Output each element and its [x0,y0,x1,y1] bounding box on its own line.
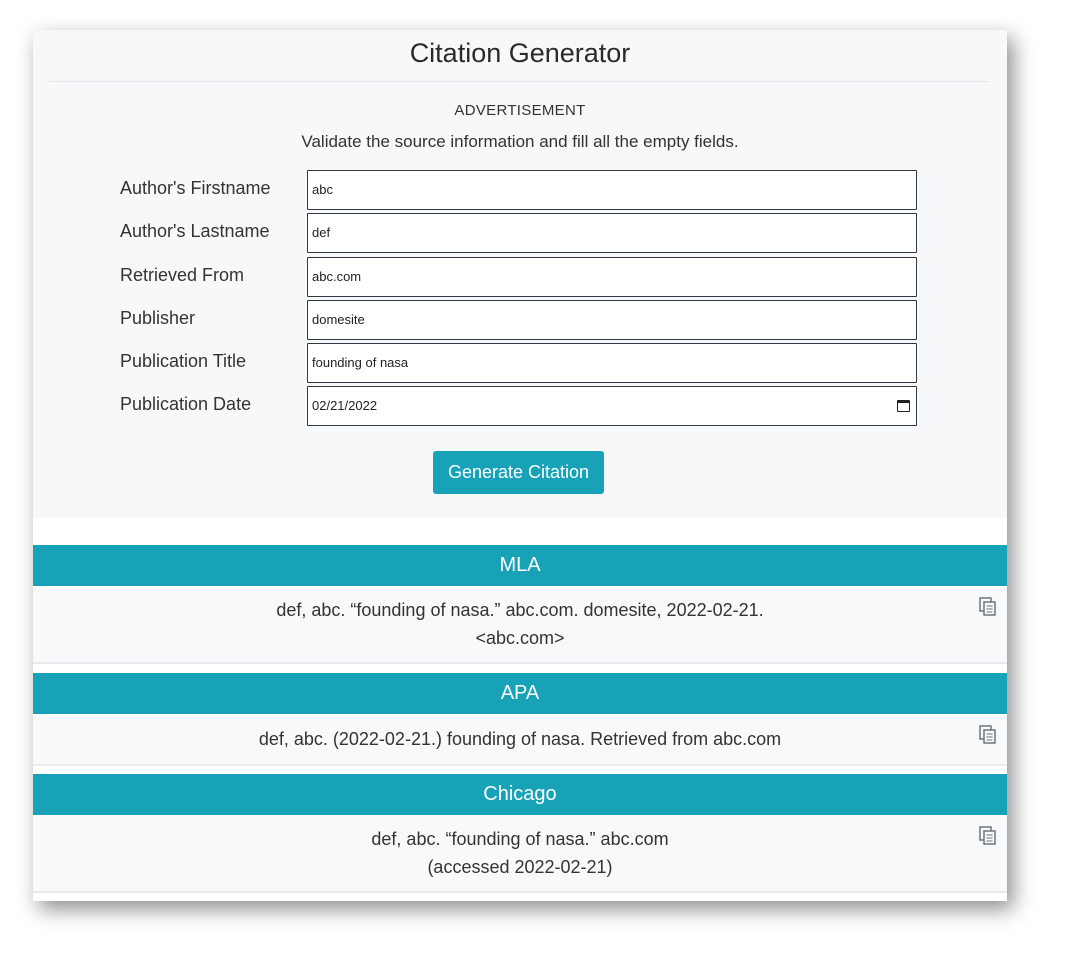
apa-citation-panel: def, abc. (2022-02-21.) founding of nasa… [33,714,1007,766]
author-lastname-input[interactable]: def [307,213,917,253]
apa-citation-line-1: def, abc. (2022-02-21.) founding of nasa… [258,729,782,749]
copy-icon[interactable] [979,725,997,744]
mla-citation-panel: def, abc. “founding of nasa.” abc.com. d… [33,586,1007,664]
form-area: Citation Generator ADVERTISEMENT Validat… [33,30,1007,518]
retrieved-from-input[interactable]: abc.com [307,257,917,297]
author-firstname-input[interactable]: abc [307,170,917,210]
publication-title-input[interactable]: founding of nasa [307,343,917,383]
author-lastname-label: Author's Lastname [120,221,270,241]
publisher-input[interactable]: domesite [307,300,917,340]
field-row-publication-date: Publication Date 02/21/2022 [120,386,920,426]
title-divider [49,81,989,82]
chicago-section-header: Chicago [33,774,1007,815]
chicago-citation-line-2: (accessed 2022-02-21) [427,857,613,877]
copy-icon[interactable] [979,597,997,616]
page-title: Citation Generator [409,38,631,68]
copy-icon[interactable] [979,826,997,845]
retrieved-from-label: Retrieved From [120,265,245,285]
calendar-icon[interactable] [897,400,910,412]
field-row-publication-title: Publication Title founding of nasa [120,343,920,383]
publication-date-input[interactable]: 02/21/2022 [307,386,917,426]
mla-citation-line-1: def, abc. “founding of nasa.” abc.com. d… [276,600,764,620]
chicago-citation-line-1: def, abc. “founding of nasa.” abc.com [371,829,669,849]
mla-citation-line-2: <abc.com> [475,628,565,648]
instructions-text: Validate the source information and fill… [301,132,739,151]
publication-date-label: Publication Date [120,394,252,414]
advertisement-label: ADVERTISEMENT [454,102,586,119]
field-row-author-firstname: Author's Firstname abc [120,170,920,210]
field-row-author-lastname: Author's Lastname def [120,213,920,253]
apa-section-header: APA [33,673,1007,714]
field-row-publisher: Publisher domesite [120,300,920,340]
citation-generator-card: Citation Generator ADVERTISEMENT Validat… [33,30,1007,901]
chicago-citation-panel: def, abc. “founding of nasa.” abc.com (a… [33,815,1007,893]
publication-title-label: Publication Title [120,351,247,371]
publication-date-value: 02/21/2022 [312,398,378,413]
field-row-retrieved-from: Retrieved From abc.com [120,257,920,297]
mla-section-header: MLA [33,545,1007,586]
publisher-label: Publisher [120,308,196,328]
author-firstname-label: Author's Firstname [120,178,271,198]
generate-citation-button[interactable]: Generate Citation [433,451,604,494]
